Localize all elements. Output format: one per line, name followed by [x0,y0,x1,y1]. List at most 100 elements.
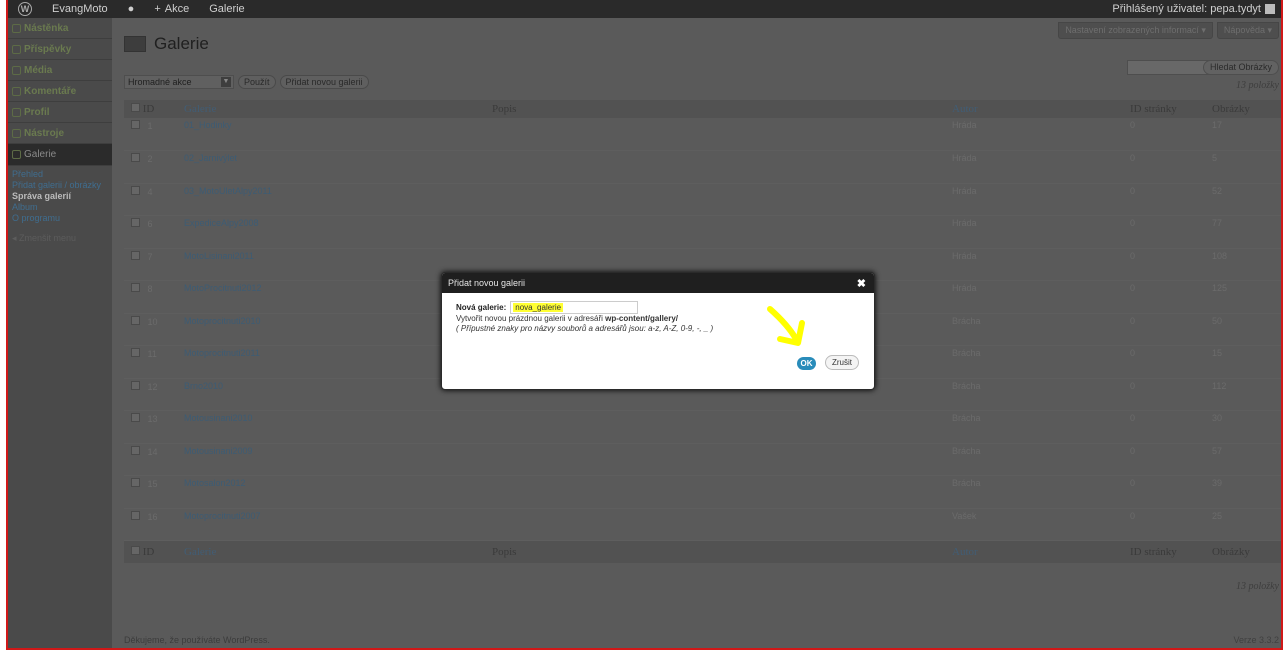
ok-button[interactable]: OK [797,357,816,370]
row-gallery-name[interactable]: Motosalon2012 [184,475,492,509]
row-gallery-name[interactable]: 01_Hodinky [184,118,492,151]
sidebar-item-comments[interactable]: Komentáře [8,81,112,102]
row-author: Hráda [952,215,1130,249]
row-checkbox[interactable] [131,315,140,325]
row-checkbox[interactable] [131,445,140,455]
row-checkbox[interactable] [131,153,140,162]
row-images: 30 [1212,410,1281,444]
row-page-id: 0 [1130,248,1212,281]
row-images: 17 [1212,118,1281,151]
column-gallery-footer[interactable]: Galerie [184,540,492,563]
row-author: Hráda [952,280,1130,314]
bulk-actions: Hromadné akce ▼ Použít Přidat novou galer… [124,75,369,89]
submenu-album[interactable]: Album [12,202,112,213]
row-gallery-name[interactable]: ExpediceAlpy2008 [184,215,492,249]
table-row[interactable]: 6 ExpediceAlpy2008 Hráda 0 77 [124,215,1281,249]
cancel-button[interactable]: Zrušit [825,355,859,370]
row-gallery-name[interactable]: Motoprocitnuti2007 [184,508,492,541]
table-row[interactable]: 1 01_Hodinky Hráda 0 17 [124,118,1281,151]
row-id-cell: 7 [124,248,184,281]
submenu-manage-galleries[interactable]: Správa galerií [12,191,112,202]
item-count-bottom: 13 položky [1235,581,1279,592]
table-row[interactable]: 16 Motoprocitnuti2007 Vašek 0 25 [124,508,1281,541]
row-images: 25 [1212,508,1281,541]
collapse-icon: ◂ [12,233,20,243]
row-checkbox[interactable] [131,120,140,129]
row-id-cell: 1 [124,118,184,151]
sidebar-item-posts[interactable]: Příspěvky [8,39,112,60]
screen-meta-links: Nastavení zobrazených informací ▾ Nápově… [1058,22,1279,39]
dialog-hint-path: wp-content/gallery/ [605,314,679,323]
submenu-about[interactable]: O programu [12,213,112,224]
row-images: 112 [1212,378,1281,411]
sidebar-item-dashboard[interactable]: Nástěnka [8,18,112,39]
submenu-overview[interactable]: Přehled [12,169,112,180]
sidebar-item-tools[interactable]: Nástroje [8,123,112,144]
screen-options-button[interactable]: Nastavení zobrazených informací ▾ [1058,22,1213,39]
row-description [492,443,952,476]
select-all-checkbox[interactable] [131,103,140,112]
column-id[interactable]: ID [143,103,155,115]
row-gallery-name[interactable]: 02_Jarnivýlet [184,150,492,184]
help-button[interactable]: Nápověda ▾ [1216,22,1279,39]
row-id: 1 [147,121,153,131]
user-greeting: Přihlášený uživatel: pepa.tydyt [1112,3,1261,15]
row-id: 16 [147,511,158,522]
user-menu[interactable]: Přihlášený uživatel: pepa.tydyt [1112,3,1281,15]
row-checkbox[interactable] [131,283,140,292]
search-button[interactable]: Hledat Obrázky [1202,60,1279,75]
select-all-checkbox-bottom[interactable] [131,545,140,555]
site-name-link[interactable]: EvangMoto [42,0,118,18]
row-checkbox[interactable] [131,380,140,390]
column-gallery[interactable]: Galerie [184,100,492,118]
sidebar-item-media[interactable]: Média [8,60,112,81]
row-gallery-name[interactable]: Motousinani2010 [184,410,492,444]
dialog-titlebar: Přidat novou galerii ✖ [442,273,874,293]
row-author: Brácha [952,345,1130,379]
row-checkbox[interactable] [131,250,140,260]
row-checkbox[interactable] [131,478,140,487]
row-checkbox[interactable] [131,413,140,422]
footer-thanks[interactable]: Děkujeme, že používáte WordPress. [124,635,270,645]
apply-button[interactable]: Použít [238,75,276,89]
row-checkbox[interactable] [131,185,140,195]
row-images: 5 [1212,150,1281,184]
close-icon[interactable]: ✖ [857,277,866,290]
row-id: 12 [147,381,158,392]
item-count: 13 položky [1235,80,1279,91]
column-author-footer[interactable]: Autor [952,540,1130,563]
sidebar-item-gallery[interactable]: Galerie [8,144,116,166]
table-row[interactable]: 14 Motousinani2009 Brácha 0 57 [124,443,1281,476]
column-id-footer[interactable]: ID [143,546,155,558]
table-row[interactable]: 15 Motosalon2012 Brácha 0 39 [124,475,1281,509]
table-row[interactable]: 13 Motousinani2010 Brácha 0 30 [124,410,1281,444]
wordpress-icon: W [18,2,32,16]
sidebar-item-profile[interactable]: Profil [8,102,112,123]
comments-link[interactable]: ● [118,0,145,18]
row-id-cell: 13 [124,410,184,444]
row-checkbox[interactable] [131,218,140,227]
table-row[interactable]: 2 02_Jarnivýlet Hráda 0 5 [124,150,1281,184]
row-checkbox[interactable] [131,510,140,520]
row-gallery-name[interactable]: Motousinani2009 [184,443,492,476]
wp-logo-menu[interactable]: W [8,0,42,18]
gallery-link[interactable]: Galerie [199,0,254,18]
plus-icon: + [154,3,161,15]
comment-bubble-icon: ● [127,3,135,15]
gallery-name-input[interactable]: nova_galerie [510,301,639,314]
row-gallery-name[interactable]: 03_MotoUletAlpy2011 [184,183,492,216]
tools-icon [12,128,21,138]
bulk-action-select[interactable]: Hromadné akce ▼ [124,75,234,89]
table-row[interactable]: 4 03_MotoUletAlpy2011 Hráda 0 52 [124,183,1281,216]
submenu-add-gallery[interactable]: Přidat galerii / obrázky [12,180,112,191]
row-id-cell: 2 [124,150,184,184]
row-checkbox[interactable] [131,348,140,357]
add-gallery-button[interactable]: Přidat novou galerii [279,75,369,89]
column-author[interactable]: Autor [952,100,1130,118]
collapse-menu-button[interactable]: ◂ Zmenšit menu [8,233,112,244]
new-content-menu[interactable]: + Akce [144,0,199,18]
pin-icon [12,44,21,54]
gallery-icon [12,150,21,159]
dialog-title: Přidat novou galerii [448,278,526,288]
row-id-cell: 14 [124,443,184,476]
